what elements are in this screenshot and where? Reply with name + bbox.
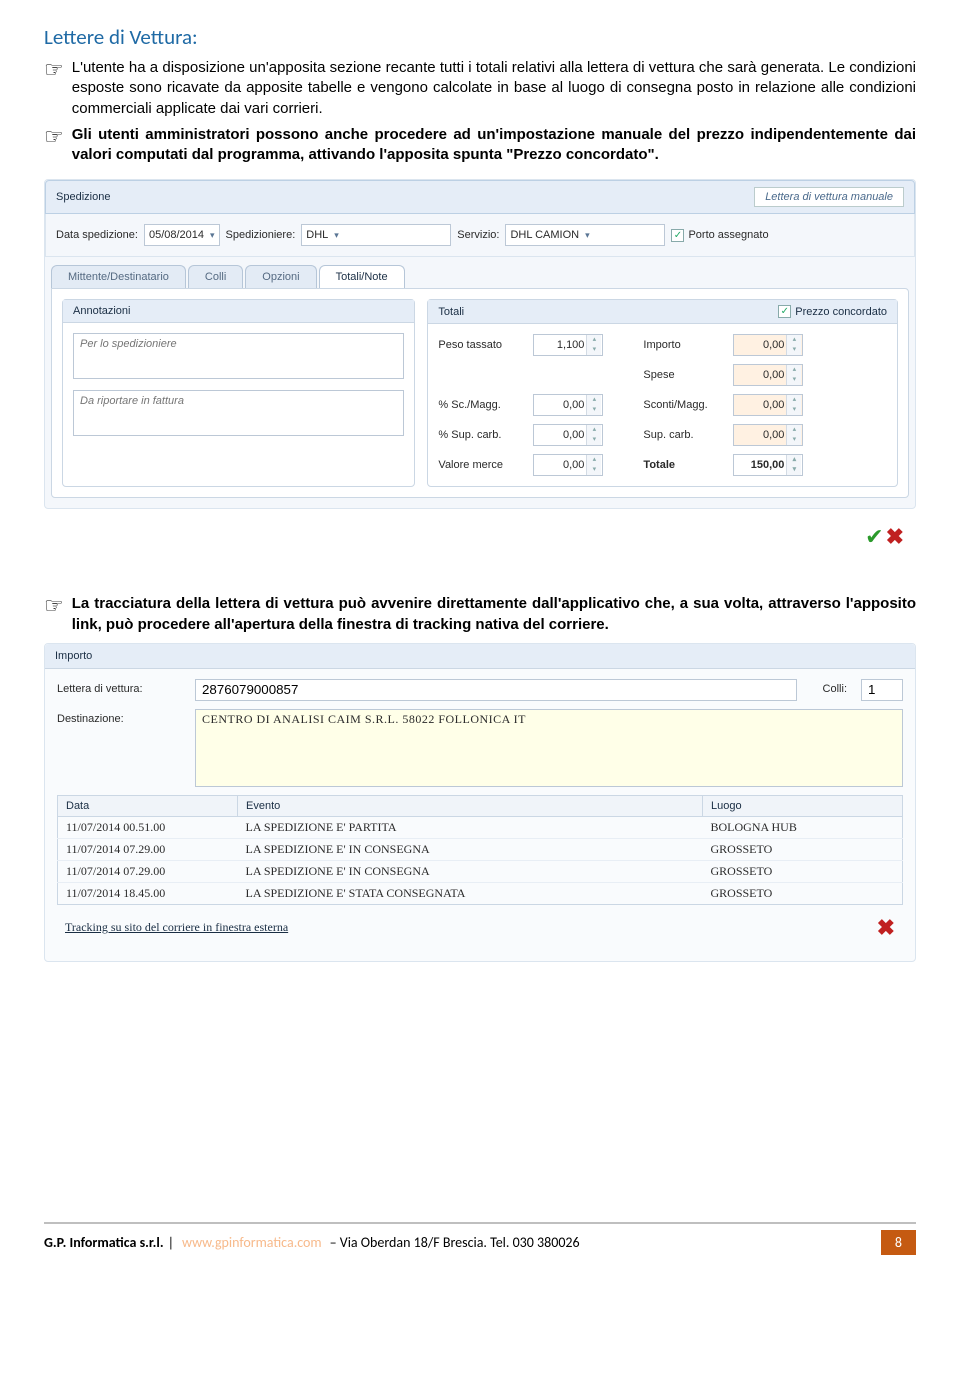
textarea-spedizioniere[interactable] [73,333,404,379]
tot-input[interactable]: 150,00 [733,454,803,476]
bullet-text: La tracciatura della lettera di vettura … [72,594,916,635]
annotazioni-title: Annotazioni [73,305,131,317]
tot-label: % Sc./Magg. [438,399,533,411]
footer-url: www.gpinformatica.com [182,1234,322,1251]
panel-title: Spedizione [56,191,110,203]
col-luogo[interactable]: Luogo [703,795,903,816]
totali-title: Totali [438,306,464,318]
table-row[interactable]: 11/07/2014 00.51.00LA SPEDIZIONE E' PART… [58,816,903,838]
bullet-text: L'utente ha a disposizione un'apposita s… [72,58,916,119]
tot-input[interactable]: 0,00 [533,424,603,446]
input-data-spedizione[interactable]: 05/08/2014 [144,224,220,246]
tot-input[interactable]: 0,00 [533,394,603,416]
hand-icon: ☞ [44,60,64,80]
label-spedizioniere: Spedizioniere: [226,229,296,241]
footer-sep: | [168,1234,174,1251]
label-colli: Colli: [805,679,853,695]
tab-totali-note[interactable]: Totali/Note [319,265,405,288]
col-data[interactable]: Data [58,795,238,816]
input-servizio[interactable]: DHL CAMION [505,224,665,246]
cancel-icon[interactable]: ✖ [886,523,904,550]
table-row[interactable]: 11/07/2014 07.29.00LA SPEDIZIONE E' IN C… [58,860,903,882]
input-destinazione[interactable]: CENTRO DI ANALISI CAIM S.R.L. 58022 FOLL… [195,709,903,787]
tracking-table: Data Evento Luogo 11/07/2014 00.51.00LA … [57,795,903,905]
tot-label: Sconti/Magg. [643,399,733,411]
tot-input[interactable]: 1,100 [533,334,603,356]
tab-colli[interactable]: Colli [188,265,243,288]
tot-input[interactable]: 0,00 [733,394,803,416]
bullet-text: Gli utenti amministratori possono anche … [72,125,916,166]
tracking-external-link[interactable]: Tracking su sito del corriere in finestr… [65,920,288,935]
section-title: Lettere di Vettura: [44,24,916,50]
input-colli[interactable] [861,679,903,701]
page-footer: G.P. Informatica s.r.l. | www.gpinformat… [44,1222,916,1255]
hand-icon: ☞ [44,596,64,616]
tab-mittente[interactable]: Mittente/Destinatario [51,265,186,288]
importo-panel: Importo Lettera di vettura: Colli: Desti… [44,643,916,962]
spedizione-panel: Spedizione Lettera di vettura manuale Da… [44,179,916,509]
tot-label: Sup. carb. [643,429,733,441]
col-evento[interactable]: Evento [238,795,703,816]
manual-waybill-button[interactable]: Lettera di vettura manuale [754,187,904,207]
tot-input[interactable]: 0,00 [733,364,803,386]
tot-label: Peso tassato [438,339,533,351]
tot-label: Totale [643,459,733,471]
table-row[interactable]: 11/07/2014 18.45.00LA SPEDIZIONE E' STAT… [58,882,903,904]
page-number: 8 [881,1230,916,1255]
tab-opzioni[interactable]: Opzioni [245,265,316,288]
tot-input[interactable]: 0,00 [733,424,803,446]
input-ldv[interactable] [195,679,797,701]
close-icon[interactable]: ✖ [877,915,895,941]
input-spedizioniere[interactable]: DHL [301,224,451,246]
checkbox-prezzo-concordato[interactable]: ✓Prezzo concordato [778,305,887,318]
label-data-spedizione: Data spedizione: [56,229,138,241]
label-servizio: Servizio: [457,229,499,241]
footer-company: G.P. Informatica s.r.l. [44,1234,164,1251]
checkbox-porto-assegnato[interactable]: ✓Porto assegnato [671,229,768,242]
tab-bar: Mittente/Destinatario Colli Opzioni Tota… [45,265,915,288]
textarea-fattura[interactable] [73,390,404,436]
label-ldv: Lettera di vettura: [57,679,187,695]
tot-label: Importo [643,339,733,351]
tot-label: Valore merce [438,459,533,471]
panel-title: Importo [45,644,915,669]
tot-input[interactable]: 0,00 [533,454,603,476]
tot-label: Spese [643,369,733,381]
hand-icon: ☞ [44,127,64,147]
label-destinazione: Destinazione: [57,709,187,725]
footer-address: – Via Oberdan 18/F Brescia. Tel. 030 380… [330,1234,580,1251]
table-row[interactable]: 11/07/2014 07.29.00LA SPEDIZIONE E' IN C… [58,838,903,860]
confirm-icon[interactable]: ✔ [865,523,883,550]
tot-label: % Sup. carb. [438,429,533,441]
tot-input[interactable]: 0,00 [733,334,803,356]
